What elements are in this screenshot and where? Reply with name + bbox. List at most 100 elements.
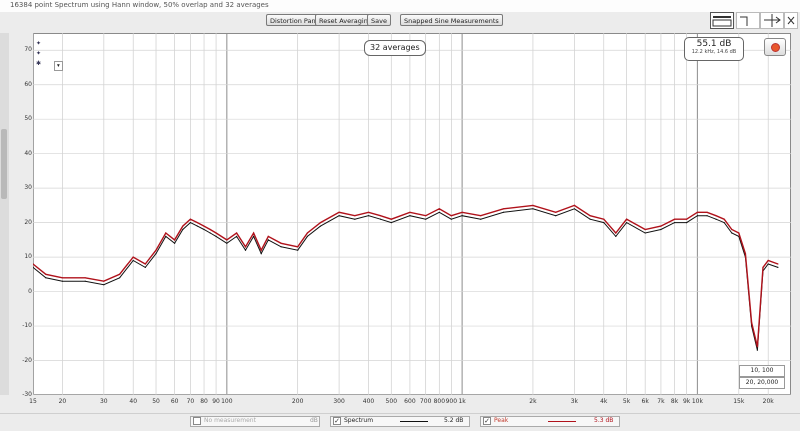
data-point-peak — [319, 222, 322, 224]
data-point-spectrum — [354, 218, 356, 220]
settings-icon[interactable]: ✱ — [36, 60, 41, 67]
y-tick-label: 0 — [28, 287, 32, 295]
data-point-peak — [502, 208, 505, 210]
x-tick-label: 800 — [433, 398, 446, 405]
data-point-peak — [686, 218, 688, 220]
data-point-spectrum — [425, 218, 427, 220]
close-icon[interactable] — [784, 12, 798, 29]
data-point-peak — [480, 215, 482, 217]
window-title: 16384 point Spectrum using Hann window, … — [10, 1, 269, 9]
data-point-spectrum — [226, 242, 228, 244]
record-icon — [771, 43, 780, 52]
data-point-peak — [119, 273, 121, 275]
data-point-spectrum — [696, 215, 699, 217]
data-point-peak — [723, 218, 725, 220]
data-point-peak — [738, 232, 740, 234]
y-tick-label: -30 — [22, 391, 32, 398]
data-point-spectrum — [644, 232, 646, 234]
spectrum-chart[interactable] — [33, 33, 791, 395]
data-point-peak — [260, 249, 262, 251]
x-tick-label: 7k — [657, 398, 665, 405]
spl-sub: 12.2 kHz, 14.6 dB — [691, 49, 737, 55]
x-tick-label: 4k — [600, 398, 608, 405]
data-point-spectrum — [174, 242, 176, 244]
graph-layout-icon[interactable] — [710, 12, 734, 29]
data-point-peak — [165, 232, 167, 234]
data-point-spectrum — [189, 222, 191, 224]
data-point-spectrum — [280, 246, 282, 248]
data-point-peak — [280, 242, 282, 244]
data-point-spectrum — [777, 266, 779, 268]
data-point-spectrum — [723, 222, 725, 224]
data-point-peak — [203, 225, 205, 227]
x-tick-label: 50 — [152, 398, 160, 405]
data-point-spectrum — [502, 211, 505, 213]
data-point-peak — [215, 232, 217, 234]
x-tick-label: 40 — [129, 398, 138, 405]
zoom-in-y-icon[interactable]: ✦ — [36, 40, 41, 47]
data-point-peak — [603, 218, 605, 220]
scrollbar-thumb[interactable] — [1, 129, 7, 199]
legend-label-no-measurement: No measurement — [204, 417, 256, 424]
x-tick-label: 700 — [419, 398, 432, 405]
data-point-spectrum — [756, 349, 759, 351]
legend-checkbox-no-measurement[interactable] — [193, 417, 201, 425]
cursor-arrows-icon[interactable] — [760, 12, 784, 29]
trace-style-icon[interactable] — [736, 12, 760, 29]
data-point-spectrum — [686, 222, 688, 224]
data-point-peak — [354, 215, 356, 217]
data-point-peak — [777, 263, 779, 265]
y-tick-label: -10 — [22, 322, 32, 330]
x-tick-label: 20k — [762, 398, 774, 405]
snapped-sine-button[interactable]: Snapped Sine Measurements — [400, 14, 503, 26]
data-point-peak — [144, 263, 146, 265]
data-point-spectrum — [45, 277, 47, 279]
legend-value-no-measurement: dB — [310, 417, 318, 424]
data-point-spectrum — [706, 215, 708, 217]
data-point-spectrum — [438, 211, 440, 213]
data-point-spectrum — [165, 235, 167, 237]
x-tick-label: 400 — [362, 398, 375, 405]
legend-checkbox-peak[interactable]: ✓ — [483, 417, 491, 425]
data-point-peak — [644, 228, 646, 231]
data-point-peak — [626, 218, 628, 220]
record-button[interactable] — [764, 38, 786, 56]
data-point-spectrum — [132, 259, 134, 262]
series-line-spectrum — [33, 208, 779, 351]
y-tick-label: 30 — [24, 184, 32, 192]
range-high-box[interactable]: 20, 20,000 — [739, 377, 785, 389]
data-point-spectrum — [674, 222, 676, 224]
y-tick-label: 40 — [24, 149, 32, 157]
y-tick-label: 70 — [24, 46, 32, 54]
data-point-peak — [751, 322, 753, 324]
data-point-spectrum — [532, 208, 534, 210]
x-tick-label: 100 — [221, 398, 233, 405]
x-tick-label: 15k — [733, 398, 745, 405]
data-point-spectrum — [306, 235, 308, 237]
data-point-peak — [379, 215, 382, 217]
data-point-peak — [209, 228, 211, 231]
x-tick-label: 20 — [58, 398, 67, 405]
range-low-box[interactable]: 10, 100 — [739, 365, 785, 377]
x-tick-label: 900 — [445, 398, 458, 405]
data-point-spectrum — [461, 215, 463, 217]
data-point-spectrum — [379, 218, 382, 220]
save-button[interactable]: Save — [367, 14, 391, 26]
spl-value: 55.1 dB — [696, 39, 732, 49]
legend-checkbox-spectrum[interactable]: ✓ — [333, 417, 341, 425]
y-range-dropdown[interactable]: ▾ — [54, 61, 63, 71]
zoom-out-y-icon[interactable]: ✦ — [36, 50, 41, 57]
data-point-peak — [182, 225, 184, 227]
data-point-spectrum — [390, 222, 392, 224]
data-point-peak — [425, 215, 427, 217]
y-tick-label: 60 — [24, 80, 32, 88]
data-point-spectrum — [260, 253, 262, 255]
data-point-peak — [367, 211, 370, 213]
data-point-peak — [674, 218, 676, 220]
left-scrollbar[interactable] — [0, 33, 9, 395]
data-point-spectrum — [155, 253, 157, 255]
data-point-spectrum — [767, 263, 769, 265]
data-point-spectrum — [660, 228, 662, 231]
x-tick-label: 2k — [529, 398, 537, 405]
data-point-peak — [409, 211, 411, 213]
